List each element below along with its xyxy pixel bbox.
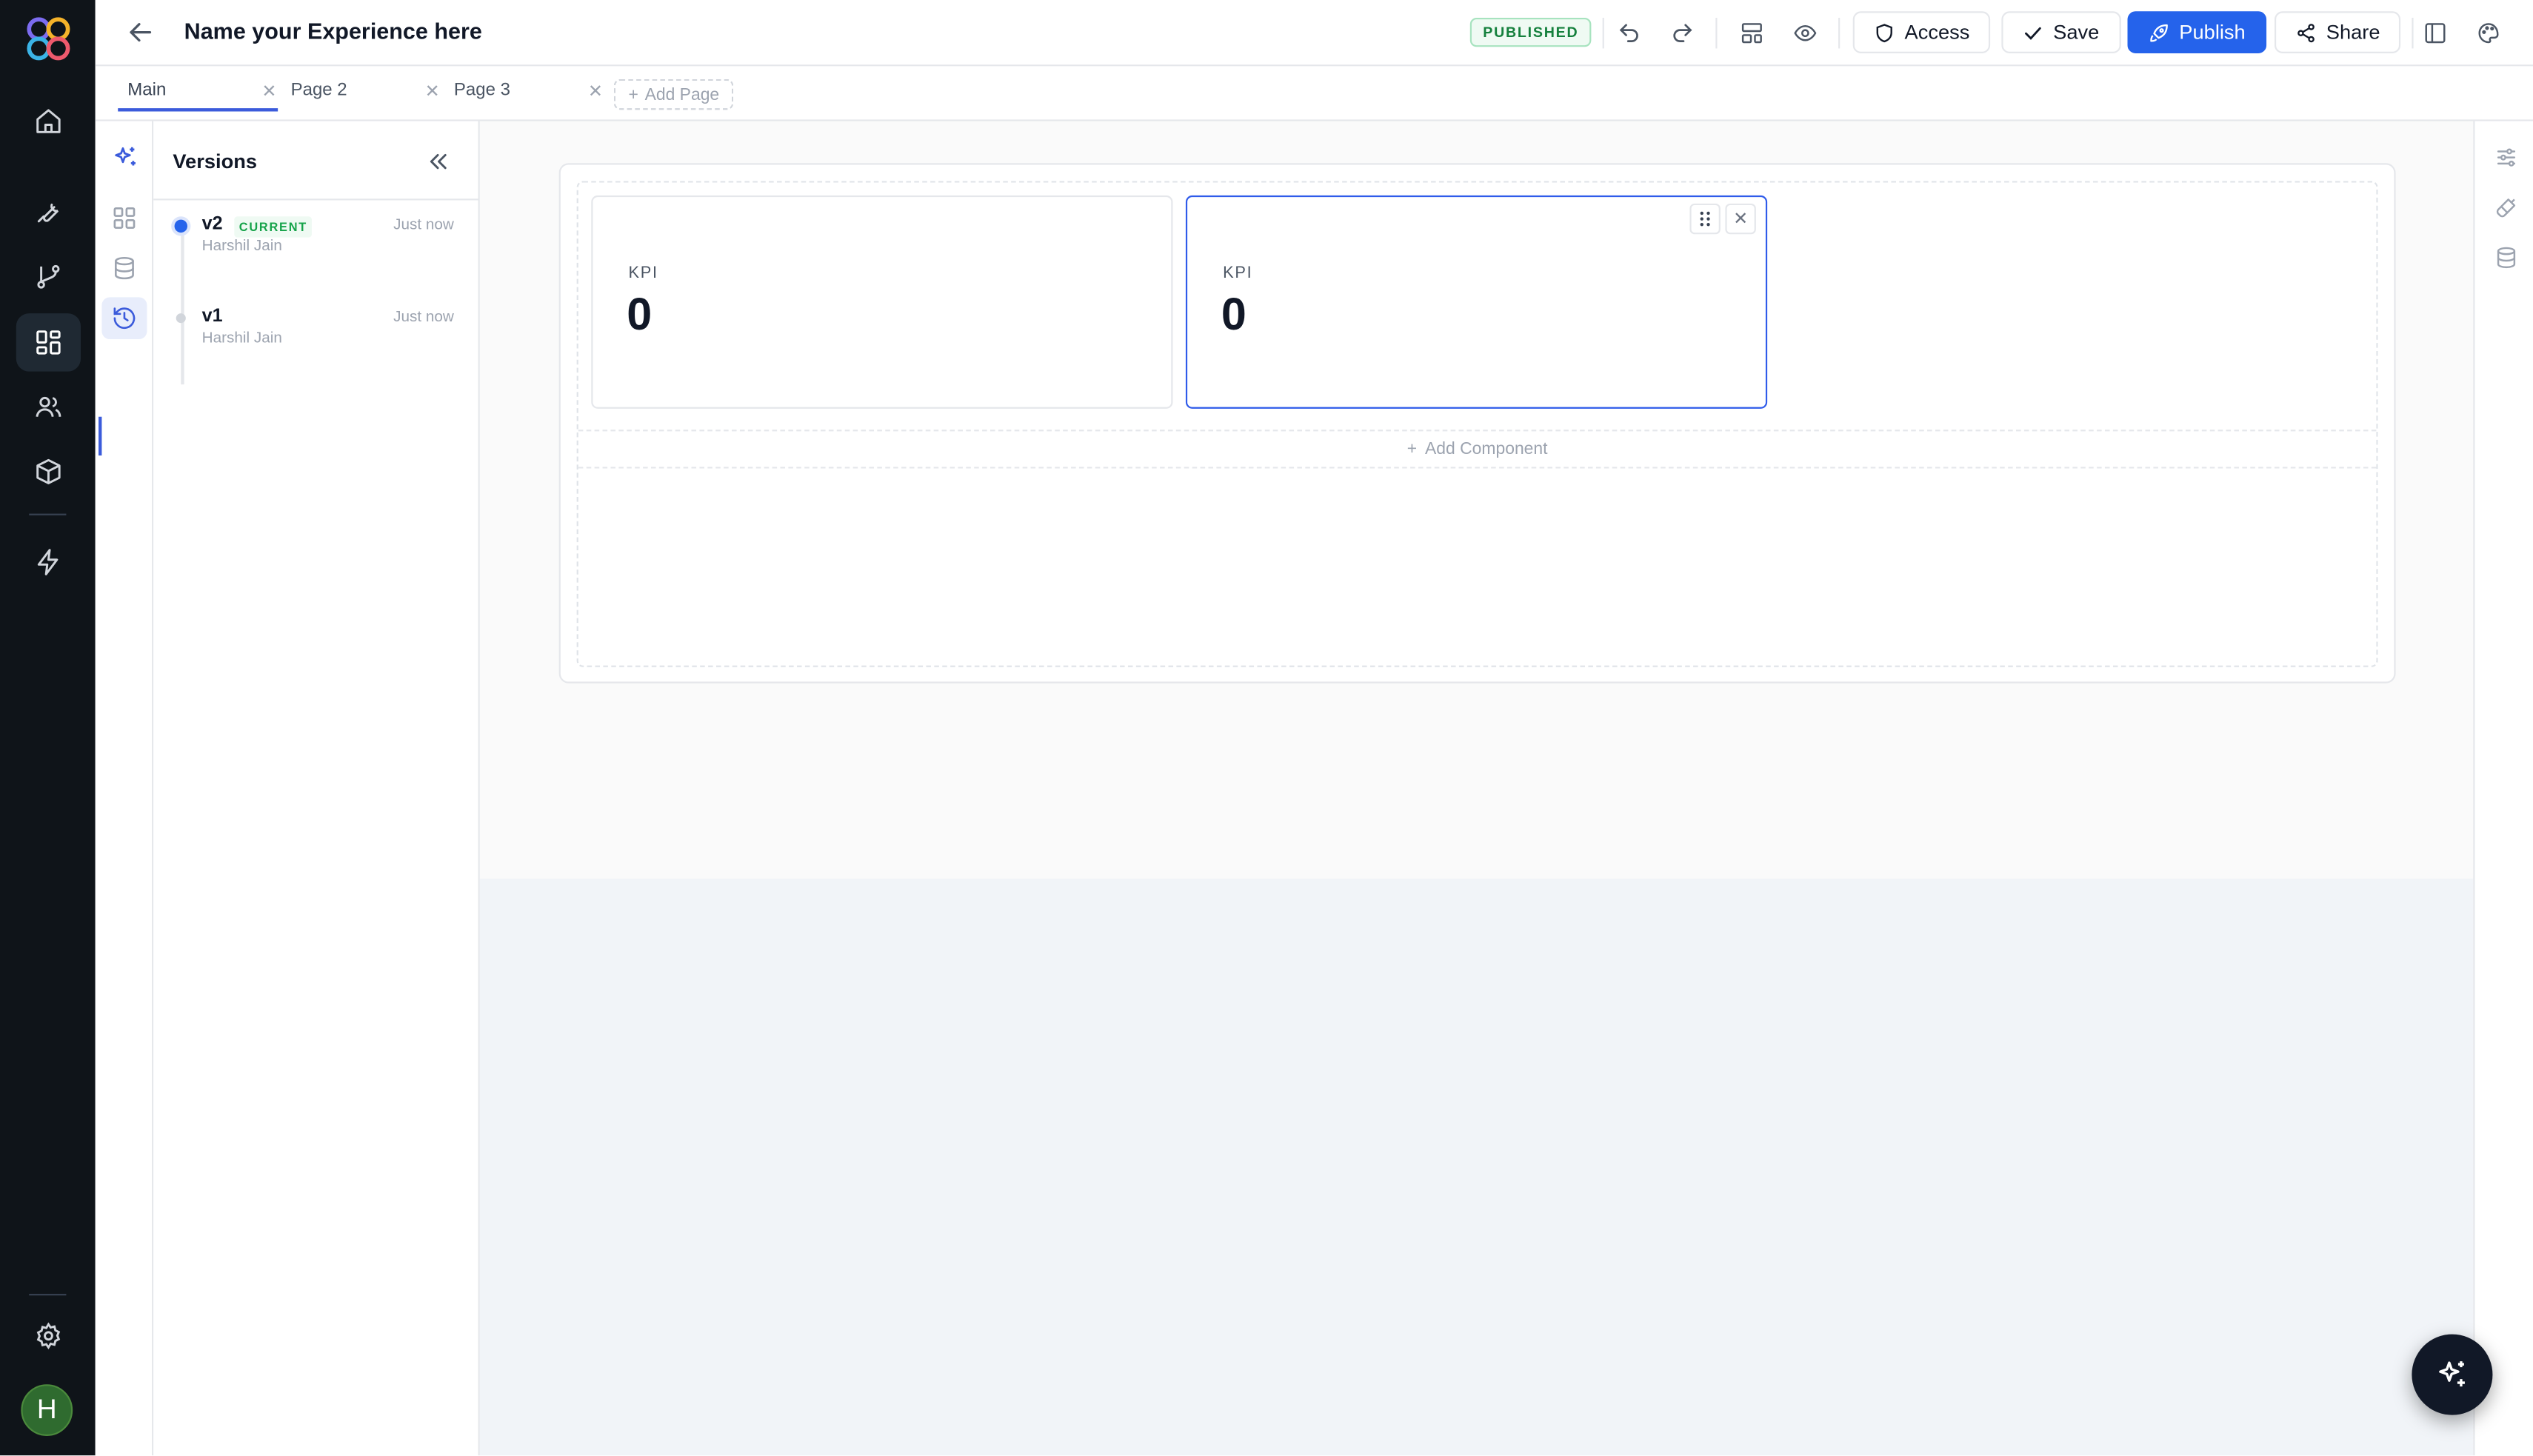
kpi-label: KPI bbox=[628, 264, 658, 283]
tab-page-2[interactable]: Page 2 bbox=[291, 81, 347, 100]
toolbar-divider bbox=[1602, 17, 1604, 49]
save-label: Save bbox=[2053, 21, 2100, 44]
top-bar: Name your Experience here PUBLISHED Acce… bbox=[95, 0, 2533, 67]
version-author: Harshil Jain bbox=[201, 237, 282, 256]
git-branch-icon[interactable] bbox=[16, 247, 81, 306]
box-icon[interactable] bbox=[16, 443, 81, 501]
add-component-label: Add Component bbox=[1425, 439, 1548, 459]
current-version-dot bbox=[174, 219, 188, 233]
check-icon bbox=[2025, 26, 2041, 39]
version-name: v2 bbox=[201, 215, 223, 235]
right-properties-rail bbox=[2473, 121, 2533, 1456]
active-strip-indicator bbox=[99, 416, 102, 456]
rail-divider bbox=[29, 1294, 67, 1296]
publish-label: Publish bbox=[2179, 21, 2246, 44]
database-icon[interactable] bbox=[2489, 241, 2522, 273]
toolbar-divider bbox=[2412, 17, 2414, 49]
palette-icon[interactable] bbox=[2472, 16, 2504, 49]
app-frame: H Name your Experience here PUBLISHED Ac… bbox=[0, 0, 2533, 1456]
add-page-label: Add Page bbox=[644, 84, 720, 104]
share-icon bbox=[2297, 23, 2315, 42]
remove-component-icon[interactable]: ✕ bbox=[1725, 203, 1756, 235]
kpi-value: 0 bbox=[1221, 289, 1247, 340]
dashboard-icon[interactable] bbox=[16, 313, 81, 372]
back-arrow-icon[interactable] bbox=[124, 16, 157, 49]
publish-button[interactable]: Publish bbox=[2127, 11, 2267, 53]
shield-icon bbox=[1876, 23, 1892, 42]
eye-icon[interactable] bbox=[1788, 16, 1821, 49]
redo-icon[interactable] bbox=[1666, 16, 1698, 49]
share-button[interactable]: Share bbox=[2274, 11, 2401, 53]
kpi-card-selected[interactable]: ✕ KPI 0 bbox=[1185, 195, 1768, 409]
sparkles-icon[interactable] bbox=[101, 136, 147, 178]
settings-icon[interactable] bbox=[16, 1307, 81, 1366]
avatar[interactable]: H bbox=[21, 1384, 73, 1436]
save-button[interactable]: Save bbox=[2001, 11, 2120, 53]
add-component-button[interactable]: + Add Component bbox=[578, 430, 2377, 469]
tab-page-3[interactable]: Page 3 bbox=[454, 81, 510, 100]
versions-panel: Versions v2 CURRENT Harshil Jain Just no… bbox=[153, 121, 480, 1456]
avatar-initial: H bbox=[36, 1394, 57, 1425]
lightning-icon[interactable] bbox=[16, 533, 81, 592]
layout-icon[interactable] bbox=[1735, 16, 1768, 49]
kpi-card[interactable]: KPI 0 bbox=[591, 195, 1173, 409]
version-author: Harshil Jain bbox=[201, 329, 282, 347]
grid-icon[interactable] bbox=[101, 197, 147, 239]
app-root: H Name your Experience here PUBLISHED Ac… bbox=[0, 0, 2533, 1456]
tab-main[interactable]: Main bbox=[127, 81, 166, 100]
left-nav-rail: H bbox=[0, 0, 96, 1456]
undo-icon[interactable] bbox=[1612, 16, 1645, 49]
paintbrush-icon[interactable] bbox=[2489, 190, 2522, 223]
version-time: Just now bbox=[393, 216, 454, 235]
close-tab-icon[interactable]: ✕ bbox=[425, 81, 440, 101]
version-time: Just now bbox=[393, 308, 454, 327]
kpi-label: KPI bbox=[1223, 264, 1253, 283]
drag-handle-icon[interactable] bbox=[1689, 203, 1721, 235]
page-title[interactable]: Name your Experience here bbox=[184, 18, 482, 44]
collapse-panel-icon[interactable] bbox=[425, 149, 451, 175]
editor-canvas: KPI 0 ✕ KPI 0 + Add Component bbox=[479, 121, 2474, 1456]
app-logo-icon[interactable] bbox=[23, 13, 75, 64]
versions-title: Versions bbox=[173, 150, 258, 173]
home-icon[interactable] bbox=[16, 92, 81, 150]
users-icon[interactable] bbox=[16, 378, 81, 436]
page-tabs: Main ✕ Page 2 ✕ Page 3 ✕ + Add Page bbox=[95, 66, 2533, 121]
history-icon[interactable] bbox=[101, 297, 147, 340]
kpi-value: 0 bbox=[627, 289, 653, 340]
version-timeline bbox=[181, 227, 184, 385]
add-page-button[interactable]: + Add Page bbox=[613, 79, 734, 110]
toolbar-divider bbox=[1715, 17, 1718, 49]
sliders-icon[interactable] bbox=[2489, 141, 2522, 173]
access-button[interactable]: Access bbox=[1852, 11, 1991, 53]
version-name: v1 bbox=[201, 307, 223, 327]
active-tab-indicator bbox=[118, 108, 278, 112]
canvas-page: KPI 0 ✕ KPI 0 + Add Component bbox=[479, 121, 2474, 879]
share-label: Share bbox=[2326, 21, 2380, 44]
wrench-icon[interactable] bbox=[16, 182, 81, 241]
close-tab-icon[interactable]: ✕ bbox=[261, 81, 276, 101]
plus-icon: + bbox=[1406, 439, 1418, 459]
versions-header: Versions bbox=[153, 121, 480, 201]
status-badge: PUBLISHED bbox=[1469, 17, 1592, 47]
plus-icon: + bbox=[628, 84, 638, 104]
toolbar-divider bbox=[1838, 17, 1840, 49]
component-dropzone[interactable]: KPI 0 ✕ KPI 0 + Add Component bbox=[576, 181, 2378, 667]
sidebar-icon[interactable] bbox=[2418, 16, 2451, 49]
close-tab-icon[interactable]: ✕ bbox=[588, 81, 603, 101]
rail-divider bbox=[29, 513, 67, 515]
database-icon[interactable] bbox=[101, 247, 147, 290]
layout-section[interactable]: KPI 0 ✕ KPI 0 + Add Component bbox=[558, 163, 2396, 684]
ai-assistant-button[interactable] bbox=[2412, 1334, 2493, 1415]
sparkles-icon bbox=[2439, 1361, 2465, 1387]
version-dot bbox=[176, 313, 186, 324]
current-badge: CURRENT bbox=[234, 216, 313, 238]
panel-icon-strip bbox=[95, 121, 154, 1456]
access-label: Access bbox=[1904, 21, 1970, 44]
rocket-icon bbox=[2150, 23, 2168, 41]
